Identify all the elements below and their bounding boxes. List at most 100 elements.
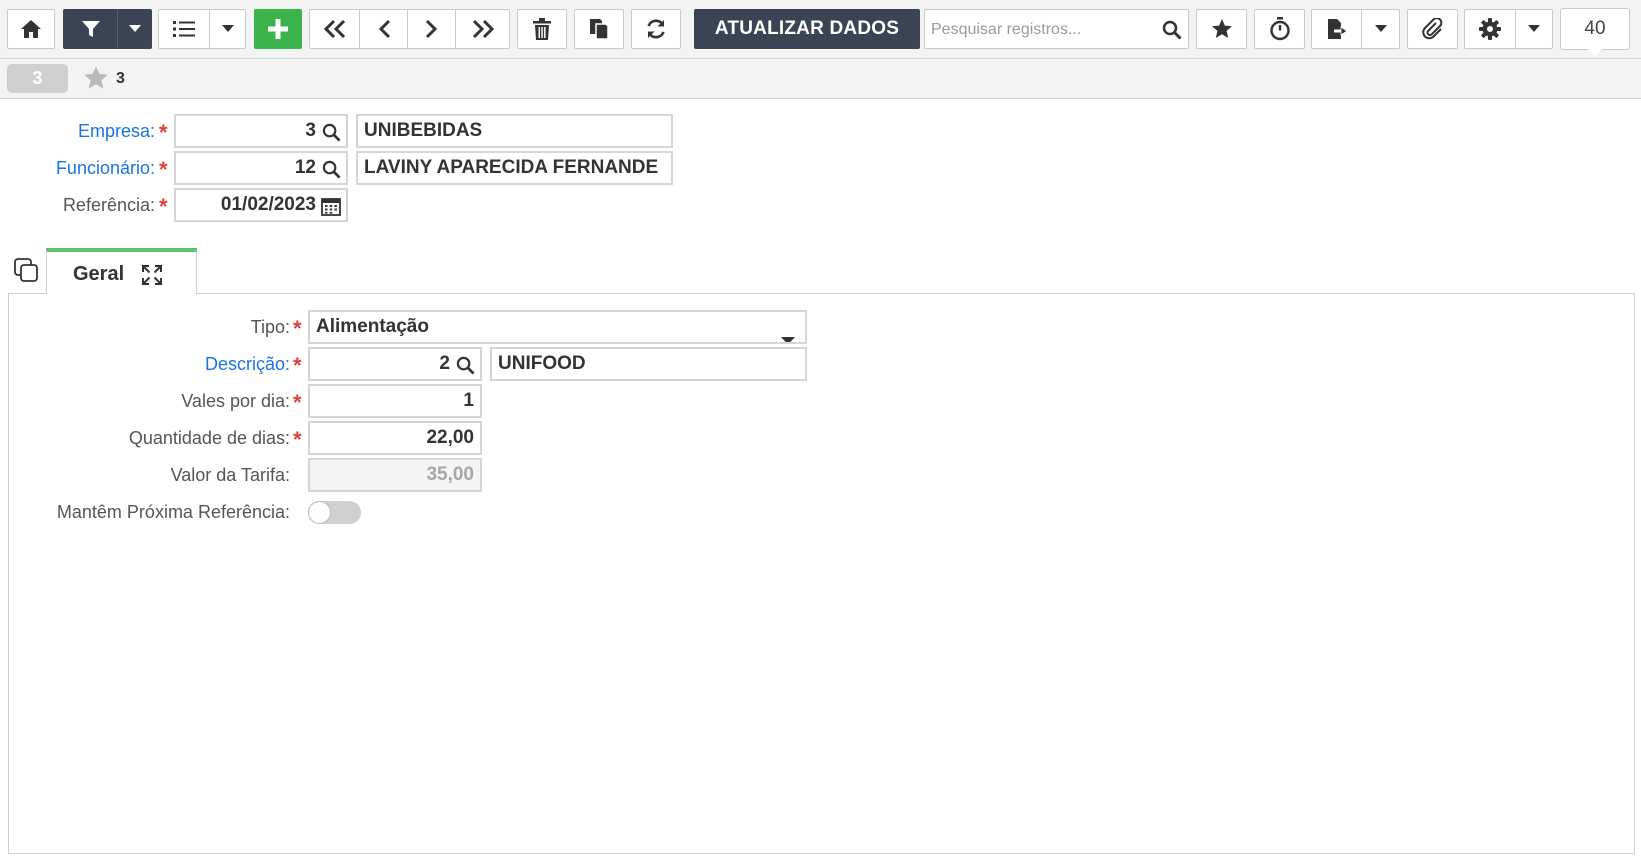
last-icon — [472, 19, 494, 39]
next-record-button[interactable] — [407, 9, 456, 49]
export-button[interactable] — [1311, 9, 1362, 49]
settings-button[interactable] — [1464, 9, 1516, 49]
list-view-dropdown-button[interactable] — [209, 9, 246, 49]
empresa-code-value: 3 — [305, 120, 316, 141]
mantem-referencia-label: Mantêm Próxima Referência: — [56, 502, 290, 522]
record-bar: 3 3 — [0, 59, 1641, 99]
settings-dropdown-button[interactable] — [1515, 9, 1553, 49]
plus-icon — [268, 19, 288, 39]
required-marker: * — [293, 316, 302, 341]
quantidade-dias-label: Quantidade de dias: — [128, 428, 290, 448]
filter-button[interactable] — [63, 9, 118, 49]
page-size-field[interactable]: 40 — [1560, 8, 1630, 56]
caret-down-icon — [128, 25, 141, 32]
reload-button[interactable] — [631, 9, 681, 49]
search-icon — [1162, 20, 1182, 40]
expand-tab-button[interactable] — [142, 265, 162, 290]
next-icon — [425, 19, 437, 39]
expand-icon — [142, 265, 162, 285]
trash-icon — [533, 18, 551, 40]
referencia-date-field[interactable]: 01/02/2023 — [174, 188, 348, 222]
search-icon — [322, 160, 341, 179]
funcionario-code-value: 12 — [294, 157, 316, 178]
tipo-select-arrow — [781, 325, 795, 342]
home-button[interactable] — [7, 9, 55, 49]
tab-geral[interactable]: Geral — [46, 248, 197, 294]
paperclip-icon — [1421, 18, 1442, 40]
gear-icon — [1479, 18, 1501, 40]
descricao-name-field[interactable]: UNIFOOD — [490, 347, 807, 381]
duplicate-record-button[interactable] — [574, 9, 624, 49]
delete-record-button[interactable] — [517, 9, 567, 49]
required-marker: * — [293, 427, 302, 452]
search-icon — [322, 123, 341, 142]
caret-down-icon — [781, 337, 795, 342]
descricao-label[interactable]: Descrição: — [40, 347, 290, 381]
star-icon — [1211, 19, 1232, 38]
home-icon — [21, 20, 41, 38]
filter-dropdown-button[interactable] — [117, 9, 152, 49]
record-number-badge: 3 — [7, 64, 68, 93]
empresa-label[interactable]: Empresa: — [40, 114, 155, 148]
previous-record-button[interactable] — [359, 9, 408, 49]
caret-down-icon — [1528, 25, 1540, 32]
attachments-button[interactable] — [1407, 9, 1458, 49]
refresh-data-label: ATUALIZAR DADOS — [714, 18, 900, 39]
funcionario-label[interactable]: Funcionário: — [20, 151, 155, 185]
empresa-name-field[interactable]: UNIBEBIDAS — [356, 114, 673, 148]
required-marker: * — [159, 120, 168, 145]
empresa-code-field[interactable]: 3 — [174, 114, 348, 148]
empresa-lookup-button[interactable] — [322, 122, 341, 146]
calendar-icon — [321, 198, 341, 216]
search-input[interactable] — [929, 16, 1153, 44]
quantidade-dias-field[interactable]: 22,00 — [308, 421, 482, 455]
valor-tarifa-field: 35,00 — [308, 458, 482, 492]
tipo-select-value: Alimentação — [316, 316, 429, 337]
timer-icon — [1269, 17, 1290, 41]
required-marker: * — [159, 194, 168, 219]
first-icon — [323, 19, 345, 39]
caret-down-icon — [221, 25, 234, 32]
descricao-lookup-button[interactable] — [456, 355, 475, 379]
duplicate-tab-button[interactable] — [13, 257, 39, 288]
tab-geral-label: Geral — [73, 263, 125, 285]
list-view-button[interactable] — [158, 9, 210, 49]
toolbar: ATUALIZAR DADOS 40 — [0, 0, 1641, 59]
funcionario-code-field[interactable]: 12 — [174, 151, 348, 185]
export-dropdown-button[interactable] — [1361, 9, 1400, 49]
required-marker: * — [293, 353, 302, 378]
first-record-button[interactable] — [309, 9, 360, 49]
tipo-select[interactable]: Alimentação — [308, 310, 807, 344]
timer-button[interactable] — [1254, 9, 1305, 49]
referencia-calendar-button[interactable] — [321, 196, 341, 220]
valor-tarifa-label: Valor da Tarifa: — [170, 465, 290, 485]
copy-icon — [590, 19, 609, 40]
search-button[interactable] — [1162, 20, 1182, 45]
last-record-button[interactable] — [455, 9, 510, 49]
descricao-code-value: 2 — [439, 353, 450, 374]
vales-por-dia-field[interactable]: 1 — [308, 384, 482, 418]
descricao-code-field[interactable]: 2 — [308, 347, 482, 381]
refresh-icon — [647, 19, 665, 39]
referencia-label: Referência: — [62, 195, 155, 215]
toggle-knob — [309, 502, 330, 523]
required-marker: * — [293, 390, 302, 415]
required-marker: * — [159, 157, 168, 182]
search-box — [924, 9, 1189, 49]
copy-icon — [14, 258, 38, 282]
star-icon — [84, 66, 108, 89]
favorites-button[interactable] — [1196, 9, 1247, 49]
vales-por-dia-label: Vales por dia: — [181, 391, 290, 411]
tipo-label: Tipo: — [250, 317, 290, 337]
caret-down-icon — [1374, 25, 1387, 32]
add-record-button[interactable] — [254, 9, 302, 49]
prev-icon — [378, 19, 390, 39]
filter-icon — [81, 21, 100, 37]
refresh-data-button[interactable]: ATUALIZAR DADOS — [694, 9, 920, 49]
favorite-toggle[interactable] — [83, 65, 109, 96]
mantem-referencia-toggle[interactable] — [308, 501, 361, 524]
favorites-count: 3 — [116, 70, 125, 87]
funcionario-name-field[interactable]: LAVINY APARECIDA FERNANDE — [356, 151, 673, 185]
funcionario-lookup-button[interactable] — [322, 159, 341, 183]
referencia-date-value: 01/02/2023 — [220, 194, 316, 215]
